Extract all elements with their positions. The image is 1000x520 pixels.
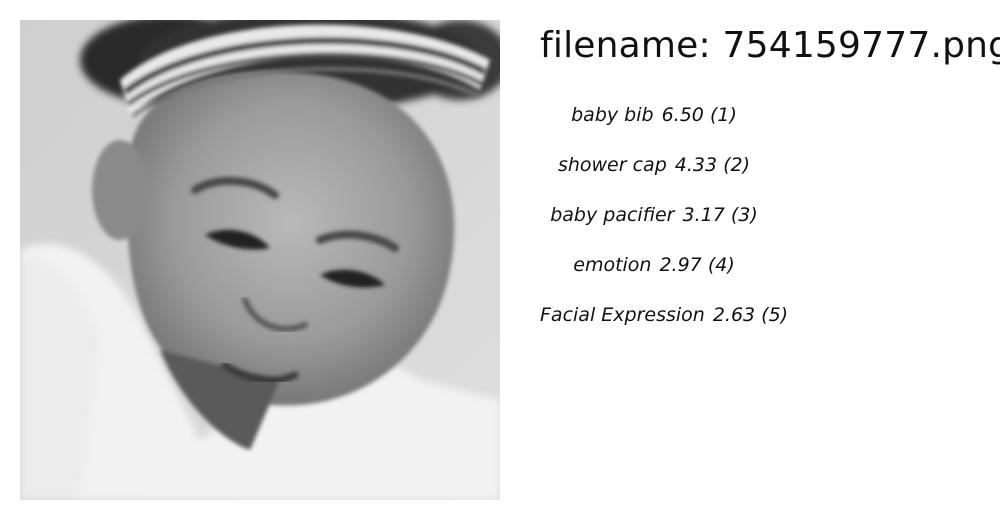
label-rank: (3): [730, 204, 758, 226]
label-score: 2.97: [659, 254, 702, 276]
child-photo: [20, 20, 500, 500]
label-row: shower cap 4.33 (2): [540, 148, 768, 198]
label-name: Facial Expression: [540, 304, 705, 326]
label-score: 4.33: [674, 154, 718, 176]
filename-value: 754159777.png: [722, 25, 1000, 66]
child-photo-illustration: [20, 20, 500, 500]
label-rank: (1): [709, 104, 737, 126]
label-score: 2.63: [712, 304, 756, 326]
label-name: baby pacifier: [550, 204, 675, 226]
label-score: 6.50: [661, 104, 704, 126]
filename-prefix: filename:: [540, 25, 723, 66]
label-row: Facial Expression 2.63 (5): [540, 298, 788, 348]
label-rank: (5): [761, 304, 789, 326]
label-rank: (4): [707, 254, 735, 276]
label-row: baby pacifier 3.17 (3): [540, 198, 768, 248]
label-name: emotion: [573, 254, 652, 276]
info-panel: filename: 754159777.png baby bib 6.50 (1)…: [540, 22, 1000, 326]
label-score: 3.17: [682, 204, 725, 226]
label-row: baby bib 6.50 (1): [540, 98, 768, 148]
label-name: shower cap: [557, 154, 667, 176]
filename-title: filename: 754159777.png: [540, 22, 1000, 70]
label-rank: (2): [723, 154, 751, 176]
label-row: emotion 2.97 (4): [540, 248, 768, 298]
label-name: baby bib: [571, 104, 654, 126]
label-list: baby bib 6.50 (1) shower cap 4.33 (2) baby…: [540, 98, 788, 348]
